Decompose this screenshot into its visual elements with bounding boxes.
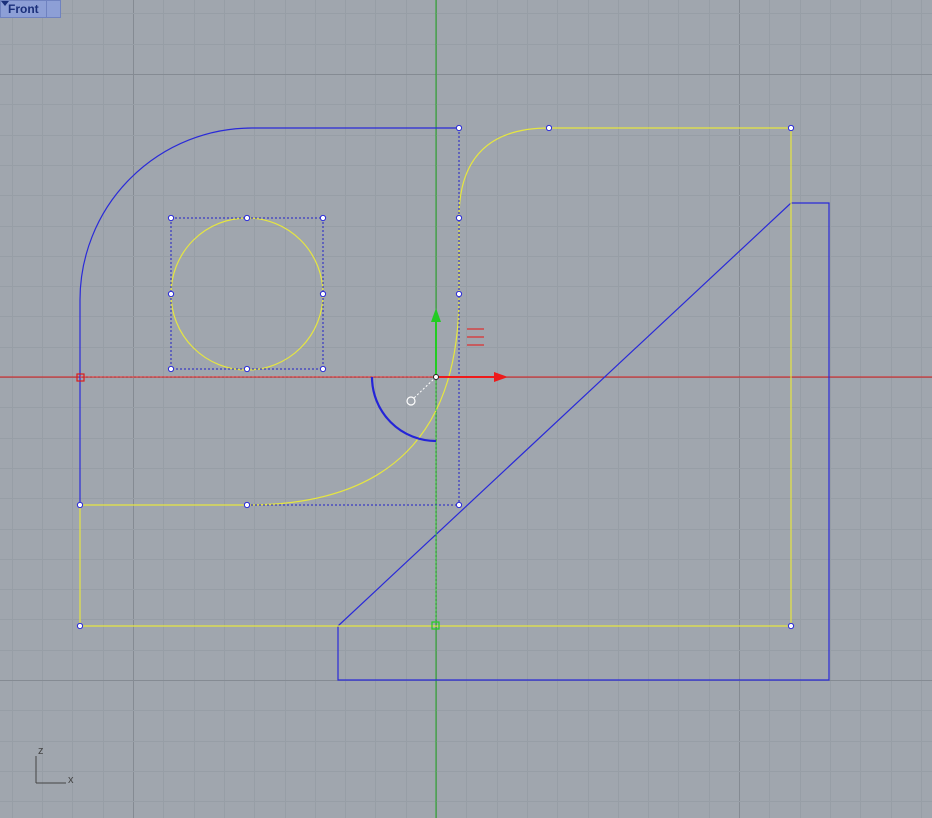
- control-point[interactable]: [455, 501, 463, 509]
- world-axes-icon: z x: [35, 745, 74, 786]
- control-point[interactable]: [319, 365, 327, 373]
- gumball-scale-handle[interactable]: [406, 396, 416, 406]
- control-point[interactable]: [76, 501, 84, 509]
- control-point[interactable]: [319, 290, 327, 298]
- gumball-origin[interactable]: [433, 374, 439, 380]
- control-point[interactable]: [455, 124, 463, 132]
- viewport-title-tab[interactable]: Front: [0, 0, 61, 18]
- viewport-canvas[interactable]: z x: [0, 0, 932, 818]
- control-point[interactable]: [545, 124, 553, 132]
- control-point[interactable]: [167, 290, 175, 298]
- control-point[interactable]: [243, 214, 251, 222]
- control-point[interactable]: [319, 214, 327, 222]
- gumball-z-arrow-head[interactable]: [431, 308, 441, 322]
- axes-x-label: x: [68, 774, 74, 786]
- control-point[interactable]: [167, 365, 175, 373]
- gumball-menu-icon[interactable]: [467, 328, 484, 346]
- gumball-x-arrow-head[interactable]: [494, 372, 508, 382]
- chevron-down-icon: [1, 1, 9, 6]
- wedge-polyline[interactable]: [337, 202, 830, 681]
- control-point[interactable]: [167, 214, 175, 222]
- control-point[interactable]: [76, 622, 84, 630]
- control-point[interactable]: [243, 365, 251, 373]
- construction-grid: [0, 0, 932, 818]
- control-point[interactable]: [455, 290, 463, 298]
- control-point[interactable]: [787, 622, 795, 630]
- control-point[interactable]: [243, 501, 251, 509]
- gumball-scale-guide: [413, 376, 437, 399]
- viewport-menu-button[interactable]: [1, 1, 60, 17]
- front-viewport[interactable]: z x Front: [0, 0, 932, 818]
- axes-z-label: z: [38, 745, 44, 757]
- control-point[interactable]: [455, 214, 463, 222]
- control-point[interactable]: [787, 124, 795, 132]
- circle-control-polygon: [170, 217, 324, 370]
